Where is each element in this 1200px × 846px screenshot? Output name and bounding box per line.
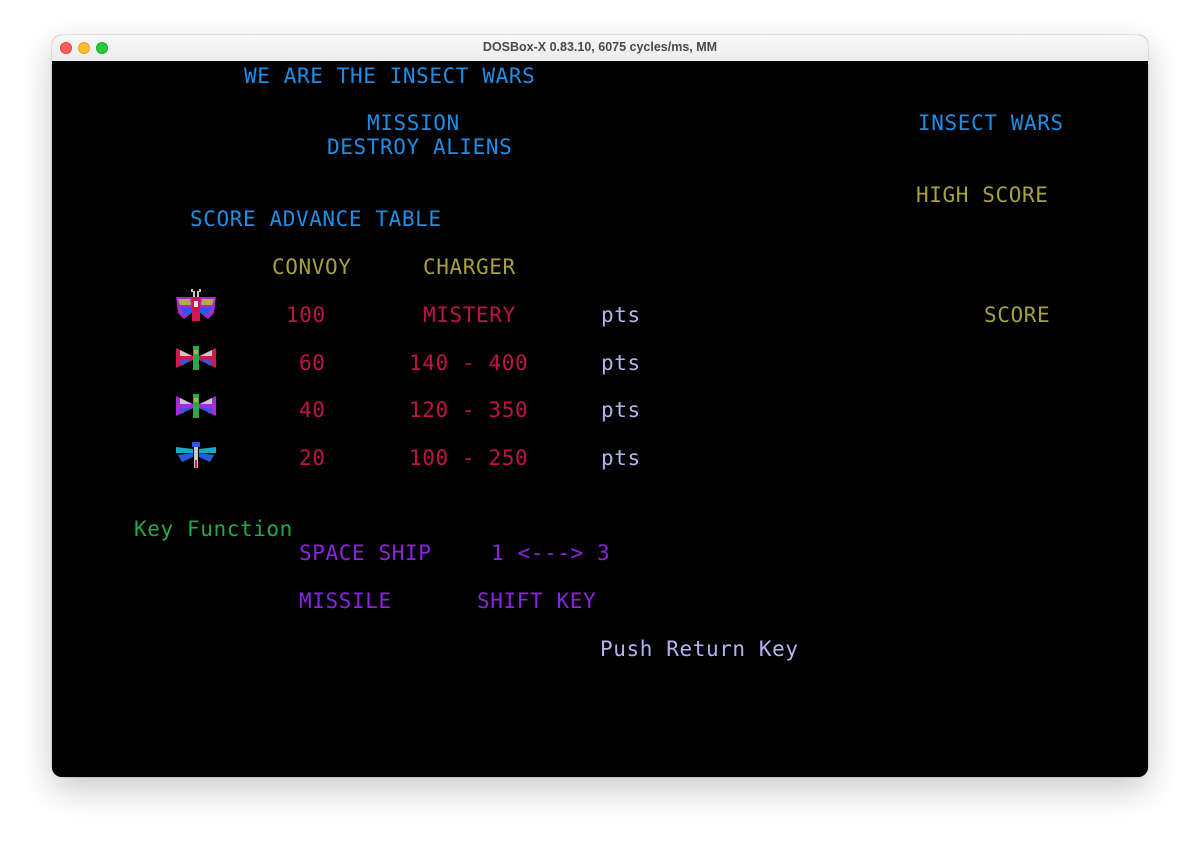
dosbox-window: DOSBox-X 0.83.10, 6075 cycles/ms, MM WE … — [52, 35, 1148, 777]
dragonfly-insect-icon — [176, 442, 216, 468]
row-4-convoy-points: 20 — [299, 446, 326, 470]
row-1-charger-points: MISTERY — [423, 303, 516, 327]
mission-heading: MISSION — [367, 111, 460, 135]
title-bar[interactable]: DOSBox-X 0.83.10, 6075 cycles/ms, MM — [52, 35, 1148, 62]
intro-text: WE ARE THE INSECT WARS — [244, 64, 536, 88]
window-title: DOSBox-X 0.83.10, 6075 cycles/ms, MM — [482, 40, 718, 54]
row-4-unit: pts — [601, 446, 641, 470]
missile-key-label: MISSILE — [299, 589, 392, 613]
purple-moth-insect-icon — [176, 394, 216, 418]
row-2-convoy-points: 60 — [299, 351, 326, 375]
charger-column-header: CHARGER — [423, 255, 516, 279]
convoy-column-header: CONVOY — [272, 255, 352, 279]
missile-key-binding: SHIFT KEY — [477, 589, 597, 613]
push-return-prompt: Push Return Key — [600, 637, 799, 661]
row-3-convoy-points: 40 — [299, 398, 326, 422]
game-name: INSECT WARS — [918, 111, 1064, 135]
high-score-label: HIGH SCORE — [916, 183, 1049, 207]
game-screen[interactable]: WE ARE THE INSECT WARS MISSION DESTROY A… — [52, 61, 1148, 777]
row-2-unit: pts — [601, 351, 641, 375]
space-ship-key-binding: 1 <---> 3 — [491, 541, 611, 565]
space-ship-key-label: SPACE SHIP — [299, 541, 432, 565]
row-1-convoy-points: 100 — [286, 303, 326, 327]
score-label: SCORE — [984, 303, 1051, 327]
row-1-unit: pts — [601, 303, 641, 327]
flagship-insect-icon — [176, 289, 216, 321]
row-3-unit: pts — [601, 398, 641, 422]
key-function-title: Key Function — [134, 517, 293, 541]
mission-text: DESTROY ALIENS — [327, 135, 513, 159]
row-4-charger-points: 100 - 250 — [409, 446, 529, 470]
red-moth-insect-icon — [176, 346, 216, 370]
score-table-title: SCORE ADVANCE TABLE — [190, 207, 442, 231]
row-3-charger-points: 120 - 350 — [409, 398, 529, 422]
row-2-charger-points: 140 - 400 — [409, 351, 529, 375]
